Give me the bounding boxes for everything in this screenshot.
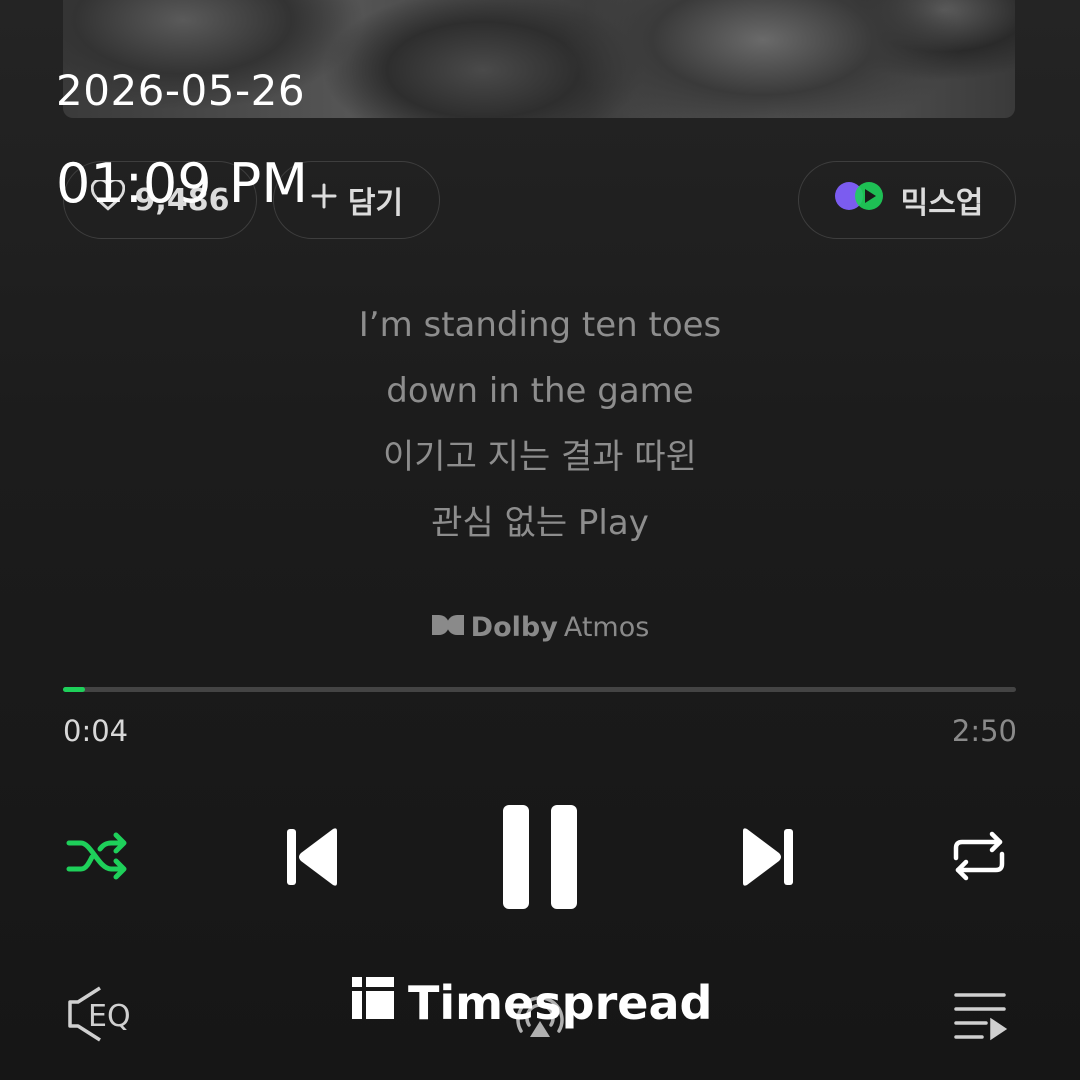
shuffle-button[interactable] [60,826,136,890]
total-duration: 2:50 [951,714,1017,748]
repeat-button[interactable] [946,826,1012,890]
lyric-line: 관심 없는 Play [431,503,649,543]
add-label: 담기 [347,186,404,221]
mixup-button[interactable]: 믹스업 [798,161,1016,239]
watermark-text: Timespread [408,976,713,1030]
pause-button[interactable] [494,800,586,916]
shuffle-icon [65,829,131,887]
elapsed-time: 0:04 [63,714,129,748]
playlist-icon [952,989,1008,1045]
next-button[interactable] [736,824,802,894]
watermark: Timespread [352,976,712,1030]
plus-icon [310,182,338,218]
lyric-line: 이기고 지는 결과 따윈 [383,437,697,477]
pause-icon [497,801,583,915]
skip-previous-icon [281,825,341,893]
lyrics-panel[interactable]: I’m standing ten toes down in the game 이… [0,300,1080,564]
watermark-logo-icon [352,976,394,1030]
dolby-brand: Dolby [470,612,558,643]
dolby-logo-icon [431,612,465,643]
overlay-date: 2026-05-26 [56,66,306,115]
mixup-icon [831,179,891,221]
overlay-time: 01:09 PM [56,152,308,215]
repeat-icon [948,828,1010,888]
progress-bar[interactable] [63,687,1016,692]
skip-next-icon [739,825,799,893]
lyric-line: down in the game [386,371,694,411]
mixup-label: 믹스업 [900,186,984,221]
progress-fill [63,687,86,692]
dolby-atmos-badge: Dolby Atmos [0,612,1080,643]
eq-label: EQ [88,998,131,1034]
playlist-button[interactable] [952,990,1008,1044]
lyric-line: I’m standing ten toes [358,305,722,345]
eq-button[interactable]: EQ [62,986,131,1046]
previous-button[interactable] [278,824,344,894]
dolby-product: Atmos [563,612,650,643]
